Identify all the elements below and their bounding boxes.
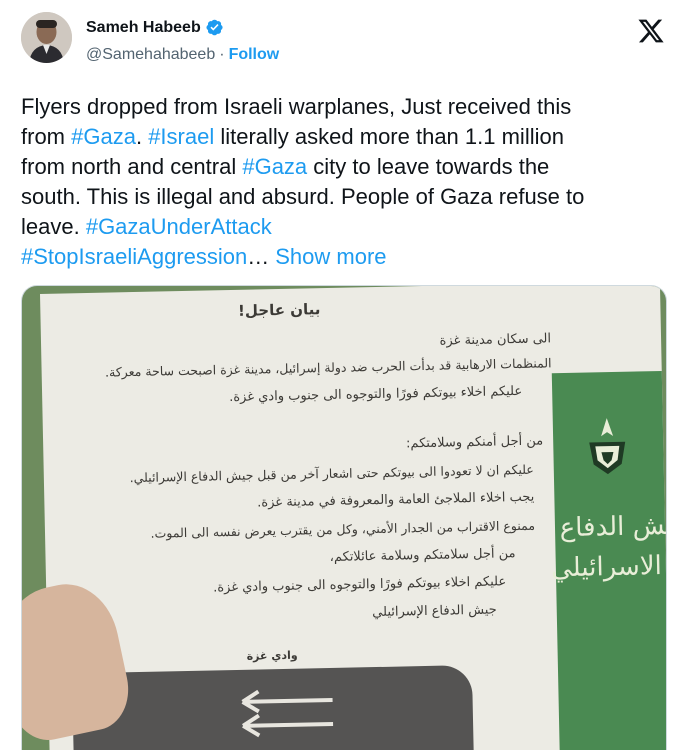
text-span: from — [21, 124, 72, 149]
avatar-image — [21, 12, 72, 63]
flyer-paper: يش الدفاع الاسرائيلي بيان عاجل! الى سكان… — [40, 286, 667, 750]
hashtag-stopisraeliaggression[interactable]: #StopIsraeliAggression — [21, 244, 247, 269]
avatar[interactable] — [21, 12, 72, 63]
hashtag-gaza[interactable]: #Gaza — [242, 154, 307, 179]
handle-row: @Samehahabeeb · Follow — [86, 46, 279, 64]
separator: · — [219, 46, 225, 63]
flyer-line: جيش الدفاع الإسرائيلي — [372, 602, 497, 621]
flyer-map — [71, 665, 474, 750]
x-logo-icon[interactable] — [637, 17, 665, 45]
tweet-line: from #Gaza. #Israel literally asked more… — [21, 122, 661, 152]
arrow-left-icon — [241, 689, 334, 738]
tweet-line: from north and central #Gaza city to lea… — [21, 152, 661, 182]
flyer-bullet: ممنوع الاقتراب من الجدار الأمني، وكل من … — [150, 517, 536, 541]
flyer-line: من أجل أمنكم وسلامتكم: — [405, 433, 544, 452]
tweet-line: #StopIsraeliAggression… Show more — [21, 242, 661, 272]
handle[interactable]: @Samehahabeeb — [86, 46, 215, 64]
show-more-link[interactable]: Show more — [275, 244, 386, 269]
ellipsis: … — [247, 244, 270, 269]
flyer-side-label: يش الدفاع — [559, 510, 667, 544]
flyer-bullet: يجب اخلاء الملاجئ العامة والمعروفة في مد… — [257, 489, 535, 511]
text-span: literally asked more than 1.1 million — [214, 124, 564, 149]
flyer-bullet: عليكم ان لا تعودوا الى بيوتكم حتى اشعار … — [129, 461, 534, 486]
flyer-line: من أجل سلامتكم وسلامة عائلاتكم، — [329, 546, 516, 565]
flyer-line: المنظمات الارهابية قد بدأت الحرب ضد دولة… — [104, 355, 552, 380]
hashtag-gazaunderattack[interactable]: #GazaUnderAttack — [86, 214, 272, 239]
tweet-line: leave. #GazaUnderAttack — [21, 212, 661, 242]
tweet-photo[interactable]: يش الدفاع الاسرائيلي بيان عاجل! الى سكان… — [21, 285, 667, 750]
tweet-line: south. This is illegal and absurd. Peopl… — [21, 184, 585, 209]
idf-emblem-icon — [589, 418, 626, 475]
text-span: . — [135, 124, 149, 149]
flyer-map-label: وادي غزة — [246, 648, 298, 663]
verified-badge-icon — [206, 19, 223, 36]
display-name[interactable]: Sameh Habeeb — [86, 19, 201, 37]
name-row: Sameh Habeeb — [86, 18, 224, 37]
tweet-text: Flyers dropped from Israeli warplanes, J… — [21, 92, 661, 272]
follow-button[interactable]: Follow — [229, 46, 280, 64]
flyer-line: عليكم اخلاء بيوتكم فورًا والتوجوه الى جن… — [212, 574, 507, 596]
flyer-title: بيان عاجل! — [237, 300, 321, 320]
tweet-line: Flyers dropped from Israeli warplanes, J… — [21, 94, 572, 119]
hashtag-israel[interactable]: #Israel — [148, 124, 214, 149]
text-span: from north and central — [21, 154, 243, 179]
tweet-card: Sameh Habeeb @Samehahabeeb · Follow Flye… — [0, 0, 689, 750]
flyer-green-strip: يش الدفاع الاسرائيلي — [550, 370, 667, 750]
flyer-line: الى سكان مدينة غزة — [439, 331, 552, 349]
text-span: leave. — [21, 214, 86, 239]
hashtag-gaza[interactable]: #Gaza — [71, 124, 136, 149]
text-span: city to leave towards the — [307, 154, 550, 179]
flyer-line: عليكم اخلاء بيوتكم فورًا والتوجوه الى جن… — [228, 383, 523, 406]
flyer-side-label: الاسرائيلي — [550, 551, 663, 584]
